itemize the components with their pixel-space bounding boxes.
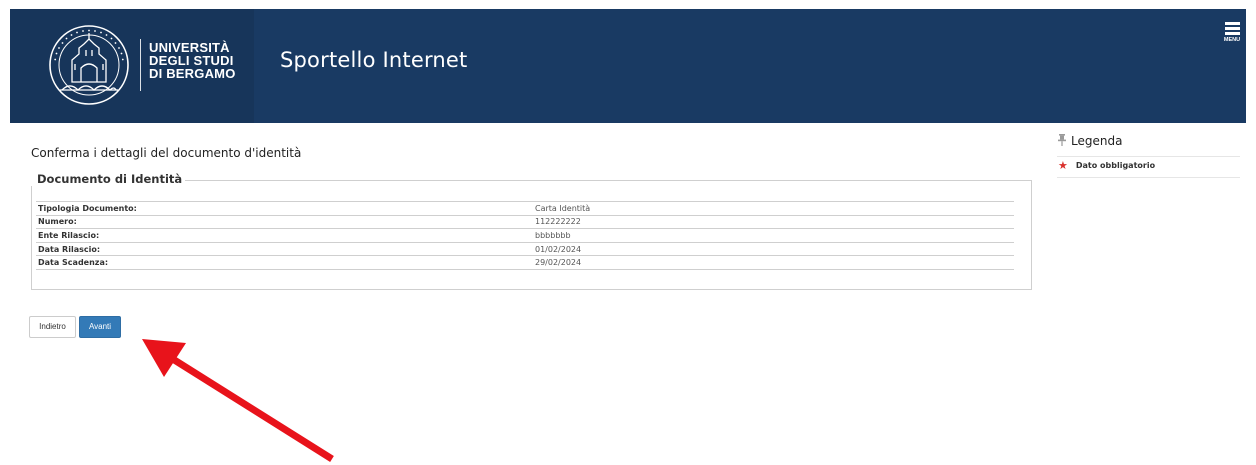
page: UNIVERSITÀ DEGLI STUDI DI BERGAMO Sporte… [0,0,1256,465]
row-value: bbbbbbb [533,228,1014,243]
row-value: Carta Identità [533,201,1014,216]
table-row: Data Scadenza: 29/02/2024 [36,255,1014,270]
site-header: UNIVERSITÀ DEGLI STUDI DI BERGAMO Sporte… [10,9,1246,123]
row-label: Data Rilascio: [36,241,533,256]
row-label: Ente Rilascio: [36,228,533,243]
pushpin-icon [1058,134,1066,146]
row-value: 01/02/2024 [533,241,1014,256]
legend-title: Legenda [1071,134,1123,148]
row-label: Tipologia Documento: [36,201,533,216]
fieldset-legend: Documento di Identità [31,172,186,186]
table-row: Data Rilascio: 01/02/2024 [36,241,1014,256]
row-value: 112222222 [533,214,1014,229]
back-button[interactable]: Indietro [29,316,76,338]
university-name: UNIVERSITÀ DEGLI STUDI DI BERGAMO [149,41,236,80]
legend-header: Legenda [1057,134,1240,157]
required-star-icon: ★ [1058,159,1068,172]
legend-panel: Legenda ★ Dato obbligatorio [1057,134,1240,178]
logo-line-3: DI BERGAMO [149,66,236,81]
menu-button[interactable]: MENU [1221,22,1243,52]
row-value: 29/02/2024 [533,255,1014,270]
table-row: Tipologia Documento: Carta Identità [36,201,1014,216]
hamburger-icon [1221,22,1243,35]
university-seal-icon [49,25,129,105]
university-logo[interactable]: UNIVERSITÀ DEGLI STUDI DI BERGAMO [10,9,254,123]
legend-item: ★ Dato obbligatorio [1057,157,1240,178]
table-row: Ente Rilascio: bbbbbbb [36,228,1014,243]
legend-item-label: Dato obbligatorio [1075,161,1156,170]
next-button[interactable]: Avanti [79,316,121,338]
table-row: Numero: 112222222 [36,214,1014,229]
row-label: Data Scadenza: [36,255,533,270]
menu-label: MENU [1223,37,1241,43]
logo-separator [140,39,141,91]
document-details-table: Tipologia Documento: Carta Identità Nume… [36,201,1014,270]
row-label: Numero: [36,214,533,229]
page-title: Conferma i dettagli del documento d'iden… [31,146,302,160]
site-title[interactable]: Sportello Internet [280,48,467,72]
